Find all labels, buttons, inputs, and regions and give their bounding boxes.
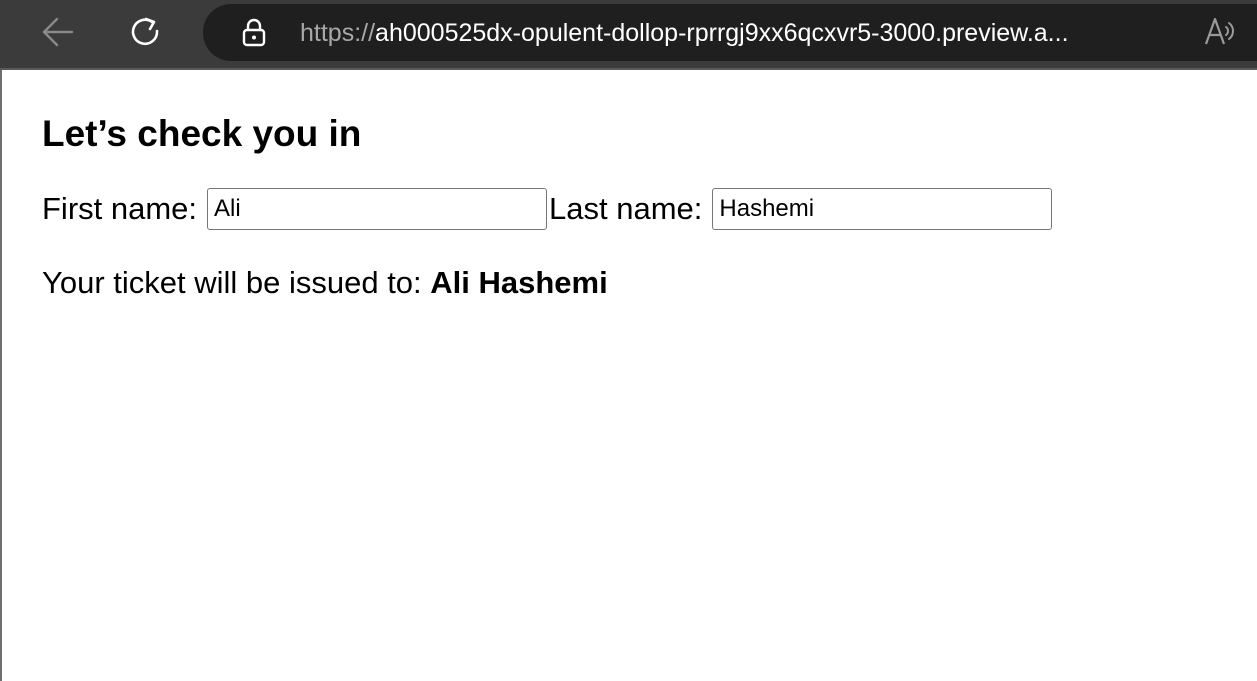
ticket-summary: Your ticket will be issued to: Ali Hashe… bbox=[42, 262, 608, 304]
reload-button[interactable] bbox=[122, 8, 170, 56]
reload-icon bbox=[131, 17, 159, 46]
url-host: ah000525dx-opulent-dollop-rprrgj9xx6qcxv… bbox=[375, 19, 1069, 47]
lock-icon[interactable] bbox=[239, 17, 269, 47]
last-name-label: Last name: bbox=[549, 191, 703, 226]
page-title: Let’s check you in bbox=[42, 113, 362, 154]
first-name-label: First name: bbox=[42, 191, 198, 226]
address-bar[interactable]: https://ah000525dx-opulent-dollop-rprrgj… bbox=[203, 4, 1257, 61]
url-text[interactable]: https://ah000525dx-opulent-dollop-rprrgj… bbox=[300, 17, 1069, 49]
url-scheme: https:// bbox=[300, 19, 376, 47]
back-button[interactable] bbox=[34, 8, 82, 56]
ticket-holder-name: Ali Hashemi bbox=[430, 265, 608, 300]
ticket-prefix: Your ticket will be issued to: bbox=[42, 265, 431, 300]
browser-toolbar: https://ah000525dx-opulent-dollop-rprrgj… bbox=[0, 0, 1257, 70]
back-arrow-icon bbox=[42, 17, 74, 47]
window-edge bbox=[0, 70, 2, 681]
last-name-input[interactable] bbox=[712, 188, 1053, 230]
first-name-input[interactable] bbox=[207, 188, 548, 230]
read-aloud-button[interactable] bbox=[1203, 14, 1239, 48]
name-form: First name: Last name: bbox=[42, 188, 1053, 230]
read-aloud-icon bbox=[1204, 17, 1234, 45]
